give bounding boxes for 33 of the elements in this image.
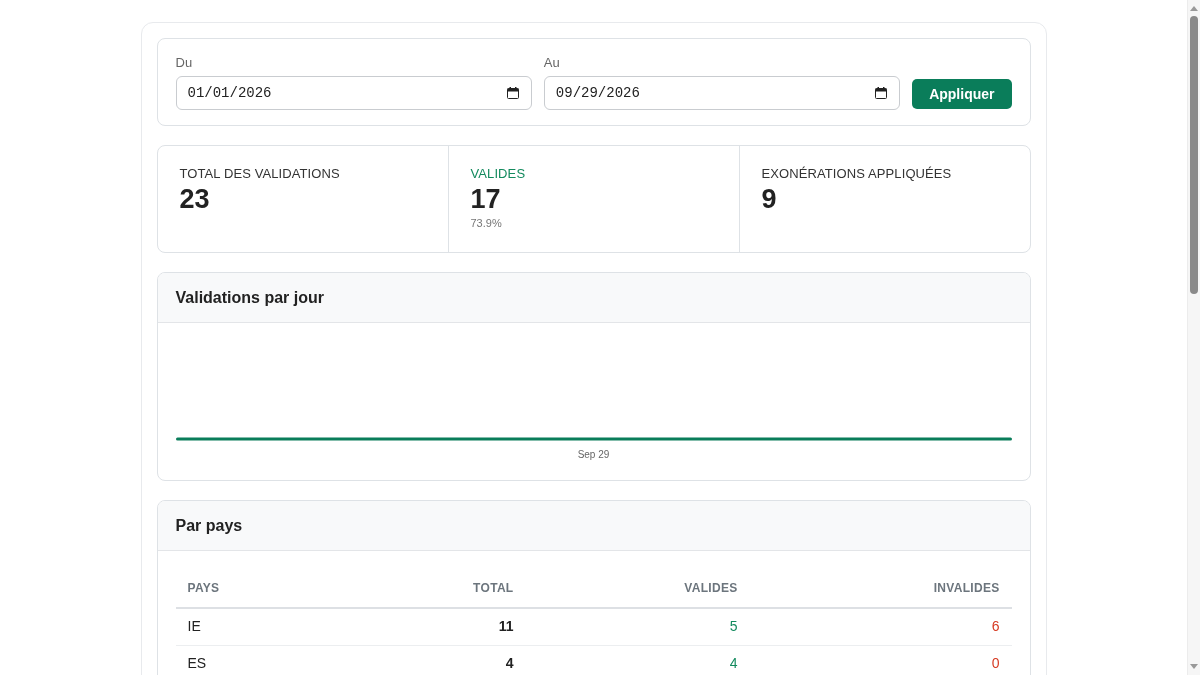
card-title: Validations par jour bbox=[175, 287, 324, 308]
stat-value: 17 bbox=[470, 183, 501, 216]
table-cell: IE bbox=[175, 608, 351, 646]
calendar-icon[interactable] bbox=[506, 87, 519, 99]
table-cell: 0 bbox=[749, 645, 1012, 675]
column-header: TOTAL bbox=[350, 569, 526, 608]
stat-value: 9 bbox=[761, 183, 777, 216]
scroll-up-icon[interactable] bbox=[1190, 6, 1198, 11]
x-axis-label: Sep 29 bbox=[577, 449, 610, 461]
date-field[interactable]: 01/01/2026 bbox=[175, 76, 532, 110]
stat-percentage: 73.9% bbox=[470, 216, 502, 230]
table-cell: 4 bbox=[525, 645, 750, 675]
table-cell: 11 bbox=[350, 608, 526, 646]
table-cell: 6 bbox=[749, 608, 1012, 646]
card-title: Par pays bbox=[175, 515, 243, 536]
scrollbar-thumb[interactable] bbox=[1190, 16, 1198, 294]
calendar-icon[interactable] bbox=[875, 87, 888, 99]
column-header: PAYS bbox=[175, 569, 351, 608]
stat-label: EXONÉRATIONS APPLIQUÉES bbox=[761, 166, 952, 182]
date-field[interactable]: 09/29/2026 bbox=[543, 76, 901, 110]
field-label: Du bbox=[175, 55, 193, 71]
scroll-down-icon[interactable] bbox=[1190, 664, 1198, 669]
column-header: VALIDES bbox=[525, 569, 750, 608]
table-cell: 5 bbox=[525, 608, 750, 646]
stat-label: VALIDES bbox=[470, 166, 526, 182]
table-cell: ES bbox=[175, 645, 351, 675]
scrollbar-track[interactable] bbox=[1187, 0, 1200, 675]
stat-value: 23 bbox=[179, 183, 210, 216]
table-cell: 4 bbox=[350, 645, 526, 675]
stat-label: TOTAL DES VALIDATIONS bbox=[179, 166, 340, 182]
column-header: INVALIDES bbox=[749, 569, 1012, 608]
field-label: Au bbox=[543, 55, 560, 71]
apply-button[interactable]: Appliquer bbox=[912, 79, 1012, 109]
